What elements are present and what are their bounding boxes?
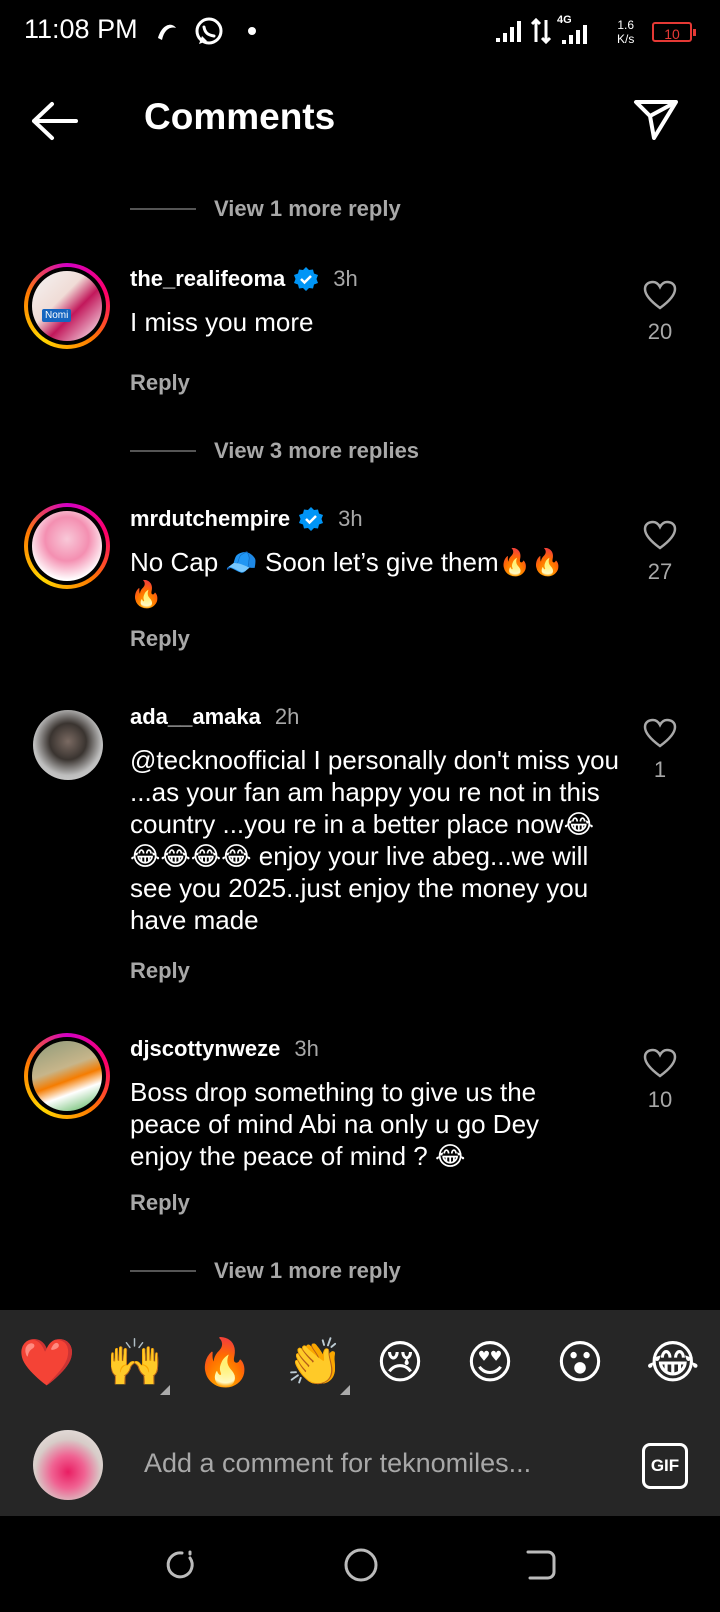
home-icon[interactable] <box>342 1546 380 1584</box>
like-count: 1 <box>653 757 667 782</box>
comment-input[interactable]: Add a comment for teknomiles... <box>144 1448 531 1479</box>
network-speed-value: 1.6 <box>617 18 635 32</box>
username[interactable]: djscottynweze <box>130 1036 280 1062</box>
avatar[interactable]: Nomi <box>24 263 110 349</box>
comment-text-line: 🔥 <box>130 579 163 609</box>
comment-header: mrdutchempire 3h <box>130 506 363 532</box>
app-notification-icon <box>158 24 176 40</box>
comment-time: 3h <box>294 1036 319 1061</box>
verified-badge-icon <box>294 267 319 291</box>
page-title: Comments <box>144 96 336 137</box>
heart-icon[interactable] <box>643 280 677 310</box>
comment-header: ada__amaka 2h <box>130 704 299 730</box>
username[interactable]: the_realifeoma <box>130 266 285 292</box>
battery-icon: 10 <box>652 22 696 42</box>
heart-icon[interactable] <box>643 1048 677 1078</box>
emoji-heart-eyes-button[interactable]: 😍 <box>466 1334 514 1390</box>
divider-line <box>130 1270 196 1272</box>
emoji-laughing-button[interactable]: 😂 <box>646 1334 700 1390</box>
skin-tone-indicator-icon <box>160 1385 170 1395</box>
reply-button[interactable]: Reply <box>130 370 190 396</box>
network-speed-unit: K/s <box>617 32 635 46</box>
view-more-label: View 1 more reply <box>214 1258 401 1283</box>
reply-button[interactable]: Reply <box>130 626 190 652</box>
network-speed: 1.6 K/s <box>617 18 634 46</box>
comment-time: 3h <box>333 266 358 291</box>
like-count: 20 <box>647 319 673 344</box>
recent-apps-icon[interactable] <box>162 1548 196 1582</box>
divider-line <box>130 450 196 452</box>
comment-text: I miss you more <box>130 307 314 337</box>
status-time: 11:08 PM <box>24 14 138 44</box>
view-more-replies-button[interactable]: View 3 more replies <box>130 438 419 464</box>
skin-tone-indicator-icon <box>340 1385 350 1395</box>
avatar[interactable] <box>24 1033 110 1119</box>
like-count: 10 <box>647 1087 673 1112</box>
like-button[interactable]: 10 <box>630 1048 690 1113</box>
back-arrow-icon[interactable] <box>30 100 80 142</box>
view-more-label: View 1 more reply <box>214 196 401 221</box>
username[interactable]: ada__amaka <box>130 704 261 730</box>
heart-icon[interactable] <box>643 718 677 748</box>
gif-button[interactable]: GIF <box>642 1443 688 1489</box>
reply-button[interactable]: Reply <box>130 1190 190 1216</box>
comment-time: 3h <box>338 506 363 531</box>
avatar[interactable] <box>24 503 110 589</box>
share-icon[interactable] <box>632 96 680 140</box>
emoji-fire-button[interactable]: 🔥 <box>196 1334 253 1390</box>
heart-icon[interactable] <box>643 520 677 550</box>
data-transfer-icon <box>530 18 552 44</box>
like-button[interactable]: 20 <box>630 280 690 345</box>
current-user-avatar <box>33 1430 103 1500</box>
comment-text: No Cap 🧢 Soon let’s give them🔥🔥 🔥 <box>130 546 620 610</box>
comment-text: @tecknoofficial I personally don't miss … <box>130 745 619 935</box>
comment-time: 2h <box>274 704 300 729</box>
verified-badge-icon <box>299 507 324 531</box>
avatar-caption: Nomi <box>42 309 72 322</box>
divider-line <box>130 208 196 210</box>
like-button[interactable]: 27 <box>630 520 690 585</box>
emoji-clap-button[interactable]: 👏 <box>286 1334 343 1390</box>
like-count: 27 <box>647 559 673 584</box>
signal-strength-icon <box>496 21 521 42</box>
back-nav-icon[interactable] <box>524 1548 558 1582</box>
notification-dot-icon <box>248 27 256 35</box>
signal-strength-4g-icon <box>562 25 587 44</box>
avatar[interactable] <box>33 710 103 780</box>
emoji-raised-hands-button[interactable]: 🙌 <box>106 1334 163 1390</box>
emoji-heart-button[interactable]: ❤️ <box>18 1334 75 1390</box>
view-more-replies-button[interactable]: View 1 more reply <box>130 196 401 222</box>
reply-button[interactable]: Reply <box>130 958 190 984</box>
whatsapp-icon <box>195 17 223 45</box>
like-button[interactable]: 1 <box>630 718 690 783</box>
comment-text-line: No Cap 🧢 Soon let’s give them🔥🔥 <box>130 547 564 577</box>
comment-text: Boss drop something to give us the peace… <box>130 1077 540 1171</box>
view-more-replies-button[interactable]: View 1 more reply <box>130 1258 401 1284</box>
username[interactable]: mrdutchempire <box>130 506 290 532</box>
view-more-label: View 3 more replies <box>214 438 420 463</box>
emoji-crying-button[interactable]: 😢 <box>376 1334 424 1390</box>
emoji-surprised-button[interactable]: 😮 <box>556 1334 604 1390</box>
comment-header: the_realifeoma 3h <box>130 266 358 292</box>
comment-header: djscottynweze 3h <box>130 1036 319 1062</box>
